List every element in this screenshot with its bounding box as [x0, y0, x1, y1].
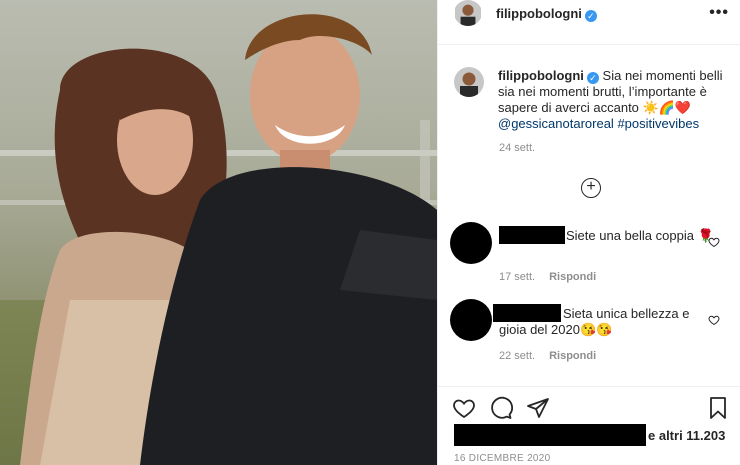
comment-meta: 17 sett. Rispondi: [499, 271, 610, 283]
header-divider: [438, 44, 740, 45]
caption-avatar[interactable]: [454, 67, 484, 97]
share-icon[interactable]: [526, 396, 550, 420]
comment-icon[interactable]: [489, 396, 513, 420]
comment-avatar[interactable]: [450, 299, 492, 341]
header-username-row: filippobologni ✓: [496, 6, 597, 22]
comment-avatar[interactable]: [450, 222, 492, 264]
post-details-panel: filippobologni ✓ ••• filippobologni ✓ Sia …: [437, 0, 740, 465]
header-username[interactable]: filippobologni: [496, 6, 582, 21]
caption-mention-link[interactable]: @gessicanotaroreal: [498, 116, 614, 131]
caption-verified-badge-icon: ✓: [586, 72, 599, 84]
actions-divider: [438, 386, 740, 387]
verified-badge-icon: ✓: [584, 10, 597, 22]
redacted-commenter-name: [499, 226, 565, 244]
heart-icon[interactable]: [452, 396, 476, 420]
caption-timestamp[interactable]: 24 sett.: [499, 142, 535, 154]
redacted-liker-names: [454, 424, 646, 446]
reply-button[interactable]: Rispondi: [549, 350, 596, 362]
post-date[interactable]: 16 DICEMBRE 2020: [454, 453, 551, 464]
avatar[interactable]: [454, 0, 482, 26]
load-more-comments-plus-circle-icon[interactable]: +: [581, 178, 601, 198]
bookmark-icon[interactable]: [706, 396, 730, 420]
post-photo[interactable]: [0, 0, 437, 465]
more-options-icon[interactable]: •••: [709, 4, 729, 22]
caption-username[interactable]: filippobologni: [498, 68, 584, 83]
comment-heart-icon[interactable]: [708, 236, 720, 248]
comment-meta: 22 sett. Rispondi: [499, 350, 610, 362]
comment-heart-icon[interactable]: [708, 314, 720, 326]
caption: filippobologni ✓ Sia nei momenti belli si…: [498, 68, 734, 132]
comment-timestamp[interactable]: 17 sett.: [499, 271, 535, 283]
comment-text: Siete una bella coppia 🌹: [566, 228, 714, 243]
reply-button[interactable]: Rispondi: [549, 271, 596, 283]
post-header: filippobologni ✓ •••: [438, 0, 740, 28]
comment-text: Sieta unica bellezza e gioia del 2020😘😘: [499, 306, 690, 337]
likes-count[interactable]: e altri 11.203: [648, 428, 725, 443]
couple-photo-illustration: [0, 14, 437, 465]
comment-timestamp[interactable]: 22 sett.: [499, 350, 535, 362]
caption-hashtag-link[interactable]: #positivevibes: [617, 116, 699, 131]
